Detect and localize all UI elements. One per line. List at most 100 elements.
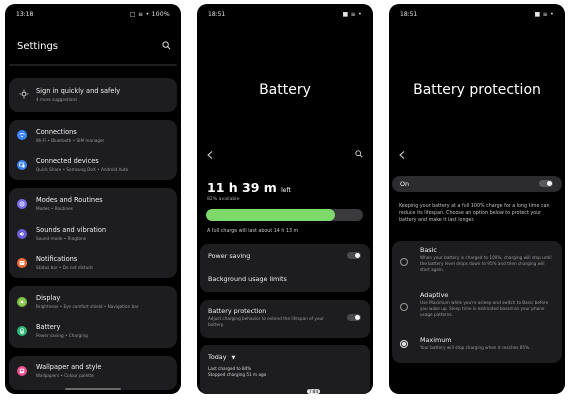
today-card: Today ▼ Last charged to 84% Stopped char… (200, 345, 370, 394)
signin-sub: 4 more suggestions (36, 97, 78, 102)
item-sub: Status bar • Do not disturb (36, 265, 93, 270)
protection-toggle[interactable] (347, 314, 361, 321)
toggle-knob (355, 253, 360, 258)
settings-item-display[interactable]: Display Brightness • Eye comfort shield … (9, 288, 177, 318)
connections-card: Connections Wi-Fi • Bluetooth • SIM mana… (9, 120, 177, 180)
item-label: Wallpaper and style (36, 363, 102, 371)
full-charge-note: A full charge will last about 14 h 13 m (207, 229, 299, 234)
devices-icon (17, 160, 27, 170)
search-icon[interactable] (162, 41, 171, 50)
status-icons: □ ≡ • 100% (129, 11, 170, 18)
protection-description: Keeping your battery at a full 100% char… (399, 204, 550, 223)
toggle-knob (547, 181, 552, 186)
top-card-edge (9, 64, 177, 66)
status-icons: ■ ≡ • (534, 11, 554, 18)
item-label: Connected devices (36, 157, 99, 165)
master-toggle-row[interactable]: On (392, 176, 562, 192)
status-time: 13:18 (16, 11, 34, 18)
item-sub: Sound mode • Ringtone (36, 236, 87, 241)
settings-item-connected-devices[interactable]: Connected devices Quick Share • Samsung … (9, 150, 177, 180)
status-bar: 18:51 ■ ≡ • (205, 11, 365, 20)
settings-item-wallpaper[interactable]: Wallpaper and style Wallpapers • Colour … (9, 358, 177, 388)
home-indicator (65, 388, 121, 390)
item-label: Connections (36, 128, 77, 136)
item-label: Display (36, 294, 61, 302)
radio-basic[interactable] (400, 258, 408, 266)
option-desc: Your battery will stop charging when it … (420, 345, 531, 350)
item-label: Sounds and vibration (36, 226, 107, 234)
background-limits-label: Background usage limits (208, 275, 287, 283)
battery-protection-screen: 18:51 ■ ≡ • Battery protection On Keepin… (389, 4, 565, 394)
page-title: Settings (17, 41, 59, 52)
status-time: 18:51 (400, 11, 418, 18)
power-saving-row[interactable]: Power saving (200, 244, 370, 268)
option-desc: Use Maximum while you're asleep and swit… (420, 300, 549, 317)
graph-time-pill: 7:84 (307, 389, 320, 394)
protection-card[interactable]: Battery protection Adjust charging behav… (200, 300, 370, 338)
signin-label: Sign in quickly and safely (36, 87, 121, 95)
option-label: Basic (420, 246, 437, 254)
display-card: Display Brightness • Eye comfort shield … (9, 286, 177, 348)
option-desc: When your battery is charged to 100%, ch… (420, 255, 552, 272)
settings-item-sounds[interactable]: Sounds and vibration Sound mode • Ringto… (9, 218, 177, 248)
option-label: Maximum (420, 336, 452, 344)
status-bar: 13:18 □ ≡ • 100% (13, 11, 173, 20)
power-saving-toggle[interactable] (347, 252, 361, 259)
wallpaper-card: Wallpaper and style Wallpapers • Colour … (9, 356, 177, 390)
radio-maximum[interactable] (400, 340, 408, 348)
item-sub: Wi-Fi • Bluetooth • SIM manager (36, 138, 105, 143)
toggle-label: On (400, 180, 410, 188)
wifi-icon (17, 130, 27, 140)
battery-icon (17, 326, 27, 336)
status-icons: ■ ≡ • (342, 11, 362, 18)
status-time: 18:51 (208, 11, 226, 18)
item-label: Modes and Routines (36, 196, 103, 204)
sound-icon (17, 229, 27, 239)
remaining-time-suffix: left (281, 187, 291, 194)
item-sub: Modes • Routines (36, 206, 73, 211)
bell-icon (17, 258, 27, 268)
stopped-charging: Stopped charging 51 m ago (208, 372, 267, 377)
item-sub: Power saving • Charging (36, 333, 88, 338)
today-dropdown[interactable]: Today ▼ (208, 353, 235, 361)
palette-icon (17, 366, 27, 376)
protection-sub: Adjust charging behavior to extend the l… (208, 316, 324, 327)
settings-screen: 13:18 □ ≡ • 100% Settings Sign in quickl… (5, 4, 181, 394)
modes-card: Modes and Routines Modes • Routines Soun… (9, 188, 177, 278)
settings-item-connections[interactable]: Connections Wi-Fi • Bluetooth • SIM mana… (9, 120, 177, 150)
sun-icon (17, 297, 27, 307)
option-label: Adaptive (420, 291, 449, 299)
item-label: Battery (36, 323, 61, 331)
option-basic[interactable]: Basic When your battery is charged to 10… (392, 241, 562, 281)
toggle-knob (355, 315, 360, 320)
background-limits-row[interactable]: Background usage limits (200, 268, 370, 292)
battery-level-bar (206, 209, 363, 221)
settings-item-notifications[interactable]: Notifications Status bar • Do not distur… (9, 248, 177, 278)
item-sub: Wallpapers • Colour palette (36, 373, 95, 378)
master-toggle[interactable] (539, 180, 553, 187)
radio-adaptive[interactable] (400, 303, 408, 311)
option-maximum[interactable]: Maximum Your battery will stop charging … (392, 333, 562, 361)
back-icon[interactable] (207, 151, 213, 159)
power-saving-label: Power saving (208, 252, 251, 260)
key-icon (19, 89, 29, 99)
signin-card[interactable]: Sign in quickly and safely 4 more sugges… (9, 78, 177, 112)
protection-label: Battery protection (208, 307, 267, 315)
battery-available: 82% available (207, 197, 240, 202)
power-card: Power saving Background usage limits (200, 244, 370, 292)
settings-item-battery[interactable]: Battery Power saving • Charging (9, 318, 177, 348)
page-title: Battery (259, 82, 311, 98)
back-icon[interactable] (399, 151, 405, 159)
option-adaptive[interactable]: Adaptive Use Maximum while you're asleep… (392, 287, 562, 329)
status-bar: 18:51 ■ ≡ • (397, 11, 557, 20)
battery-level-fill (206, 209, 335, 221)
remaining-time-value: 11 h 39 m (207, 180, 277, 195)
page-title: Battery protection (413, 82, 541, 98)
protection-options: Basic When your battery is charged to 10… (392, 241, 562, 363)
search-icon[interactable] (355, 150, 363, 158)
settings-item-modes[interactable]: Modes and Routines Modes • Routines (9, 188, 177, 218)
remaining-time: 11 h 39 m left (207, 180, 291, 195)
item-sub: Brightness • Eye comfort shield • Naviga… (36, 304, 139, 309)
today-label: Today (208, 353, 227, 361)
item-sub: Quick Share • Samsung DeX • Android Auto (36, 167, 129, 172)
